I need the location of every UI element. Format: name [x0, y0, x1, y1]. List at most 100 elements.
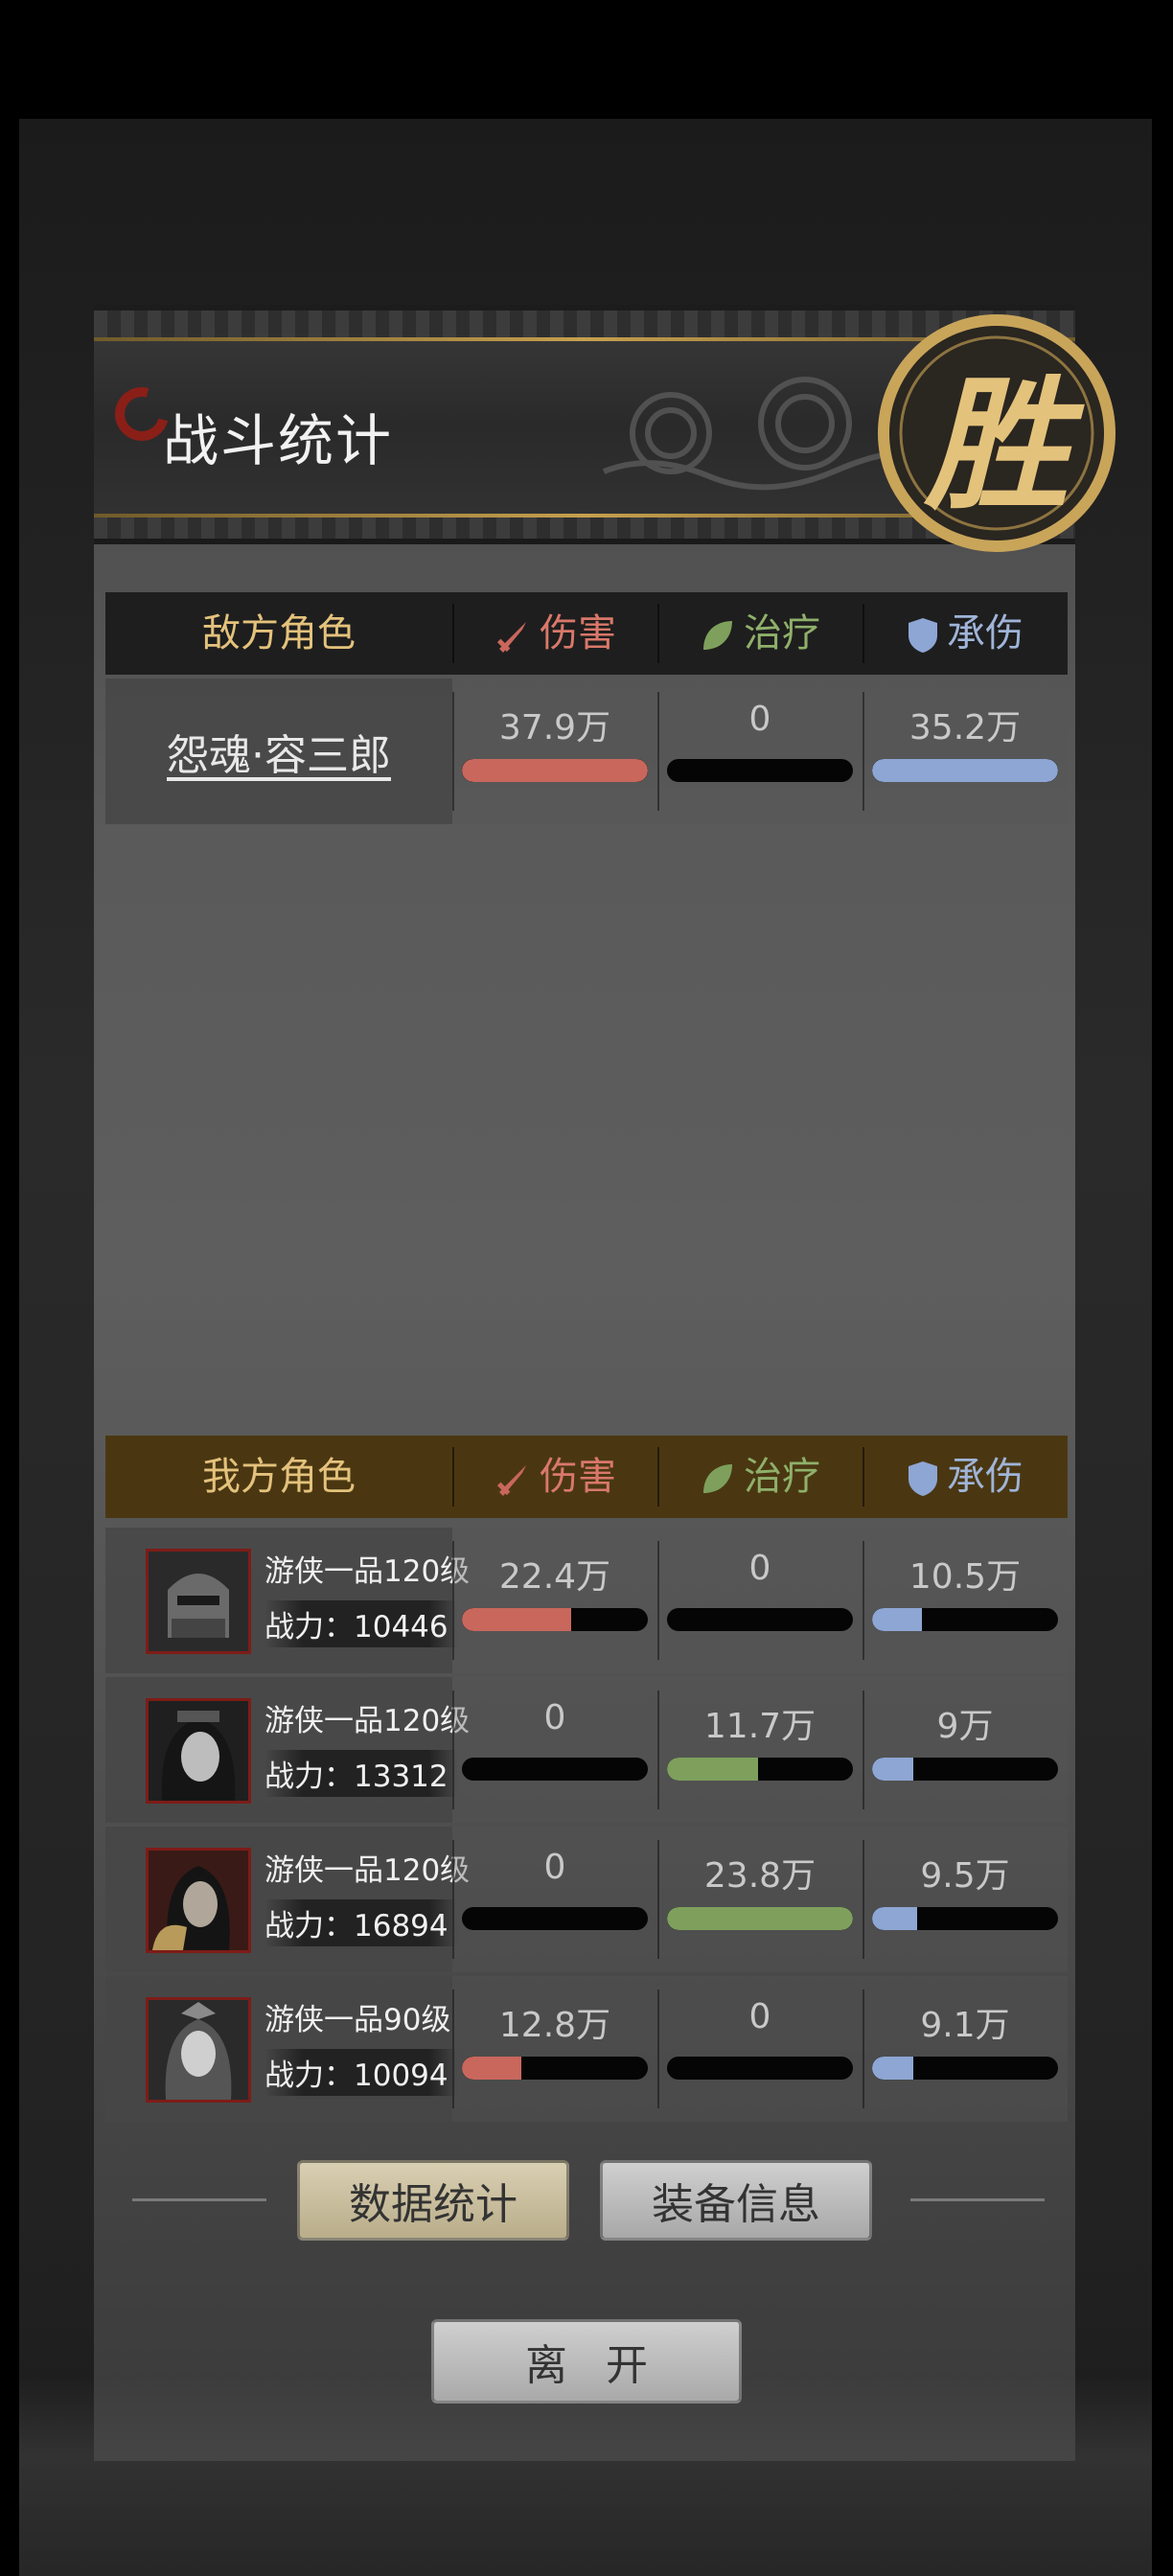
- damage-stat: 22.4万: [452, 1528, 657, 1673]
- healing-stat: 0: [657, 1976, 862, 2122]
- avatar[interactable]: [146, 1848, 251, 1953]
- enemy-row[interactable]: 怨魂·容三郎 37.9万 0 35.2万: [105, 678, 1068, 824]
- avatar[interactable]: [146, 1698, 251, 1804]
- healing-value: 11.7万: [703, 1707, 816, 1746]
- character-class: 游侠一品120级: [264, 1853, 471, 1888]
- tanked-stat: 9万: [862, 1677, 1068, 1823]
- shield-icon: [908, 618, 937, 653]
- combat-power: 战力：16894: [264, 1899, 458, 1946]
- tanked-value: 9万: [936, 1707, 994, 1746]
- damage-value: 0: [543, 1698, 566, 1737]
- tanked-bar-fill: [872, 1907, 917, 1930]
- combat-power-label: 战力：: [264, 1909, 354, 1944]
- avatar[interactable]: [146, 1997, 251, 2103]
- enemy-name-cell: 怨魂·容三郎: [105, 678, 452, 824]
- avatar[interactable]: [146, 1549, 251, 1654]
- leave-button[interactable]: 离开: [431, 2319, 742, 2404]
- equipment-info-button[interactable]: 装备信息: [600, 2160, 872, 2241]
- enemy-table-header: 敌方角色 伤害 治疗 承伤: [105, 592, 1068, 675]
- tanked-header-label: 承伤: [947, 1455, 1024, 1499]
- sword-icon: [496, 622, 526, 653]
- tanked-bar: [872, 1907, 1058, 1930]
- combat-power-label: 战力：: [264, 1610, 354, 1644]
- healing-bar: [667, 759, 853, 782]
- healing-value: 0: [748, 700, 771, 739]
- healing-bar-fill: [667, 1907, 853, 1930]
- character-class: 游侠一品120级: [264, 1554, 471, 1589]
- healing-bar-fill: [667, 1758, 759, 1781]
- tanked-stat: 9.1万: [862, 1976, 1068, 2122]
- damage-stat: 12.8万: [452, 1976, 657, 2122]
- ally-row[interactable]: 游侠一品120级 战力：13312 0 11.7万 9万: [105, 1677, 1068, 1823]
- sword-icon: [496, 1465, 526, 1496]
- combat-power: 战力：10446: [264, 1600, 458, 1647]
- cloud-ornament-icon: [602, 377, 910, 491]
- damage-value: 12.8万: [498, 2006, 611, 2045]
- damage-column-header: 伤害: [452, 1436, 657, 1518]
- tanked-stat: 9.5万: [862, 1827, 1068, 1972]
- combat-power: 战力：13312: [264, 1750, 458, 1797]
- ally-row[interactable]: 游侠一品120级 战力：10446 22.4万 0 10.5万: [105, 1528, 1068, 1673]
- damage-bar: [462, 1907, 648, 1930]
- healing-stat: 0: [657, 678, 862, 824]
- combat-power: 战力：10094: [264, 2049, 458, 2096]
- tanked-bar: [872, 759, 1058, 782]
- tanked-bar: [872, 1758, 1058, 1781]
- damage-stat: 0: [452, 1677, 657, 1823]
- tanked-bar-fill: [872, 1758, 913, 1781]
- damage-value: 22.4万: [498, 1557, 611, 1597]
- ally-table-header: 我方角色 伤害 治疗 承伤: [105, 1436, 1068, 1518]
- damage-header-label: 伤害: [540, 611, 616, 656]
- healing-bar: [667, 1608, 853, 1631]
- damage-bar: [462, 1758, 648, 1781]
- healing-bar: [667, 1907, 853, 1930]
- ally-info-cell: 游侠一品90级 战力：10094: [105, 1976, 458, 2122]
- ally-row[interactable]: 游侠一品120级 战力：16894 0 23.8万 9.5万: [105, 1827, 1068, 1972]
- tanked-stat: 35.2万: [862, 678, 1068, 824]
- healing-bar: [667, 2057, 853, 2080]
- damage-stat: 0: [452, 1827, 657, 1972]
- healing-stat: 11.7万: [657, 1677, 862, 1823]
- tanked-bar: [872, 1608, 1058, 1631]
- divider-right: [910, 2198, 1045, 2201]
- combat-power-value: 10094: [354, 2058, 448, 2093]
- damage-bar: [462, 759, 648, 782]
- data-stats-button[interactable]: 数据统计: [297, 2160, 569, 2241]
- damage-bar: [462, 1608, 648, 1631]
- healing-value: 0: [748, 1997, 771, 2036]
- helmet-portrait-icon: [149, 1552, 248, 1651]
- combat-power-value: 10446: [354, 1610, 448, 1644]
- combat-power-label: 战力：: [264, 1760, 354, 1794]
- damage-bar: [462, 2057, 648, 2080]
- healing-value: 23.8万: [703, 1856, 816, 1896]
- tanked-value: 9.5万: [920, 1856, 1010, 1896]
- healing-header-label: 治疗: [744, 611, 820, 656]
- damage-bar-fill: [462, 2057, 522, 2080]
- tanked-value: 10.5万: [908, 1557, 1022, 1597]
- tanked-bar-fill: [872, 759, 1058, 782]
- combat-power-label: 战力：: [264, 2058, 354, 2093]
- ally-row[interactable]: 游侠一品90级 战力：10094 12.8万 0 9.1万: [105, 1976, 1068, 2122]
- tanked-stat: 10.5万: [862, 1528, 1068, 1673]
- tanked-value: 35.2万: [908, 708, 1022, 748]
- damage-bar-fill: [462, 1608, 572, 1631]
- damage-bar-fill: [462, 759, 648, 782]
- victory-glyph: 胜: [924, 360, 1069, 530]
- healing-column-header: 治疗: [657, 1436, 862, 1518]
- tanked-bar: [872, 2057, 1058, 2080]
- tanked-value: 9.1万: [920, 2006, 1010, 2045]
- combat-power-value: 16894: [354, 1909, 448, 1944]
- male-portrait-icon: [149, 2000, 248, 2100]
- healing-column-header: 治疗: [657, 592, 862, 675]
- tanked-column-header: 承伤: [862, 1436, 1068, 1518]
- damage-column-header: 伤害: [452, 592, 657, 675]
- shield-icon: [908, 1461, 937, 1496]
- enemy-name-link[interactable]: 怨魂·容三郎: [105, 678, 452, 824]
- enemy-header-label: 敌方角色: [202, 611, 356, 656]
- tanked-column-header: 承伤: [862, 592, 1068, 675]
- combat-power-value: 13312: [354, 1760, 448, 1794]
- divider-left: [132, 2198, 266, 2201]
- ally-info-cell: 游侠一品120级 战力：10446: [105, 1528, 470, 1673]
- leaf-icon: [703, 621, 732, 650]
- healing-stat: 23.8万: [657, 1827, 862, 1972]
